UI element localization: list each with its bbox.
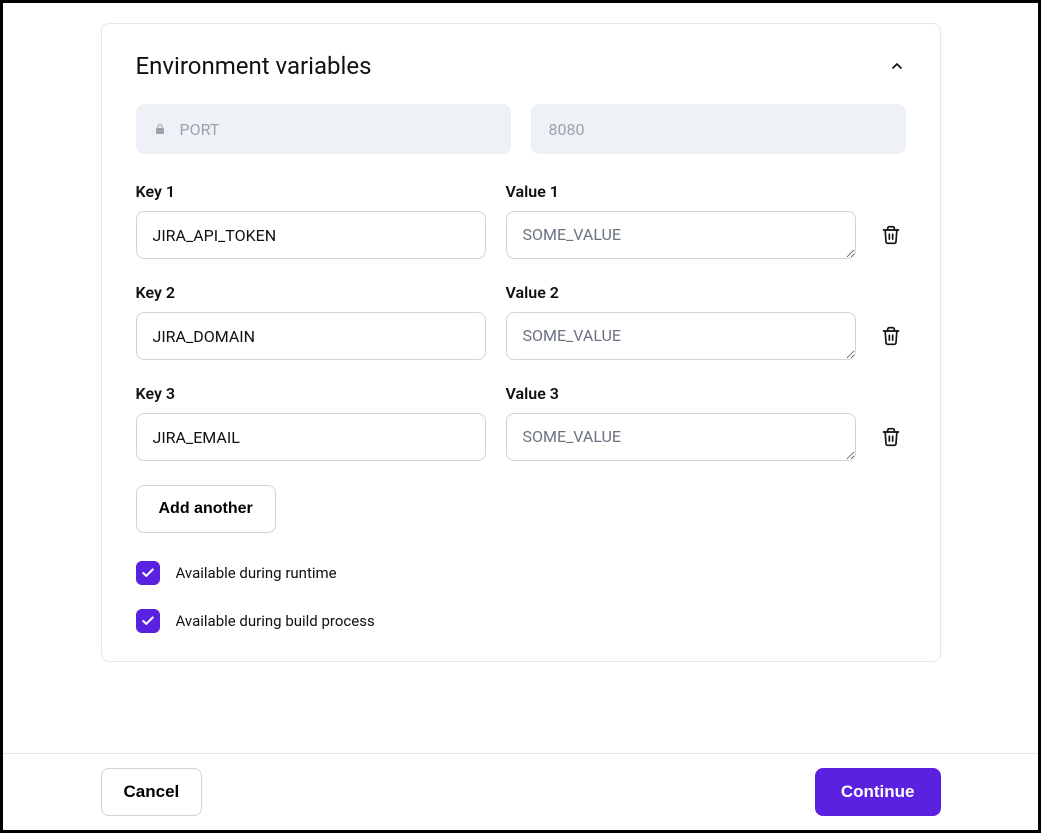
lock-icon [154,122,166,136]
delete-button-3[interactable] [876,413,906,461]
key-input-1[interactable] [136,211,486,259]
key-label: Key 1 [136,182,486,201]
trash-icon [881,427,901,447]
value-input-2[interactable]: SOME_VALUE [506,312,856,360]
chevron-up-icon [889,58,905,74]
var-row: Key 2 Value 2 SOME_VALUE [136,283,906,360]
example-value-text: 8080 [549,120,585,139]
check-icon [141,566,155,580]
delete-button-2[interactable] [876,312,906,360]
delete-button-1[interactable] [876,211,906,259]
card-title: Environment variables [136,52,372,80]
cancel-button[interactable]: Cancel [101,768,203,816]
value-label: Value 3 [506,384,856,403]
runtime-checkbox[interactable] [136,561,160,585]
build-checkbox[interactable] [136,609,160,633]
example-key-text: PORT [180,120,220,139]
value-input-3[interactable]: SOME_VALUE [506,413,856,461]
value-label: Value 1 [506,182,856,201]
collapse-toggle[interactable] [888,57,906,75]
env-vars-card: Environment variables PORT 8080 Key 1 [101,23,941,662]
example-key-box: PORT [136,104,511,154]
key-input-2[interactable] [136,312,486,360]
key-label: Key 3 [136,384,486,403]
value-label: Value 2 [506,283,856,302]
example-value-box: 8080 [531,104,906,154]
check-icon [141,614,155,628]
var-row: Key 1 Value 1 SOME_VALUE [136,182,906,259]
trash-icon [881,326,901,346]
add-another-button[interactable]: Add another [136,485,276,533]
value-input-1[interactable]: SOME_VALUE [506,211,856,259]
runtime-checkbox-label: Available during runtime [176,564,337,582]
trash-icon [881,225,901,245]
continue-button[interactable]: Continue [815,768,941,816]
key-label: Key 2 [136,283,486,302]
example-row: PORT 8080 [136,104,906,154]
build-checkbox-label: Available during build process [176,612,375,630]
footer: Cancel Continue [3,753,1038,830]
key-input-3[interactable] [136,413,486,461]
var-row: Key 3 Value 3 SOME_VALUE [136,384,906,461]
